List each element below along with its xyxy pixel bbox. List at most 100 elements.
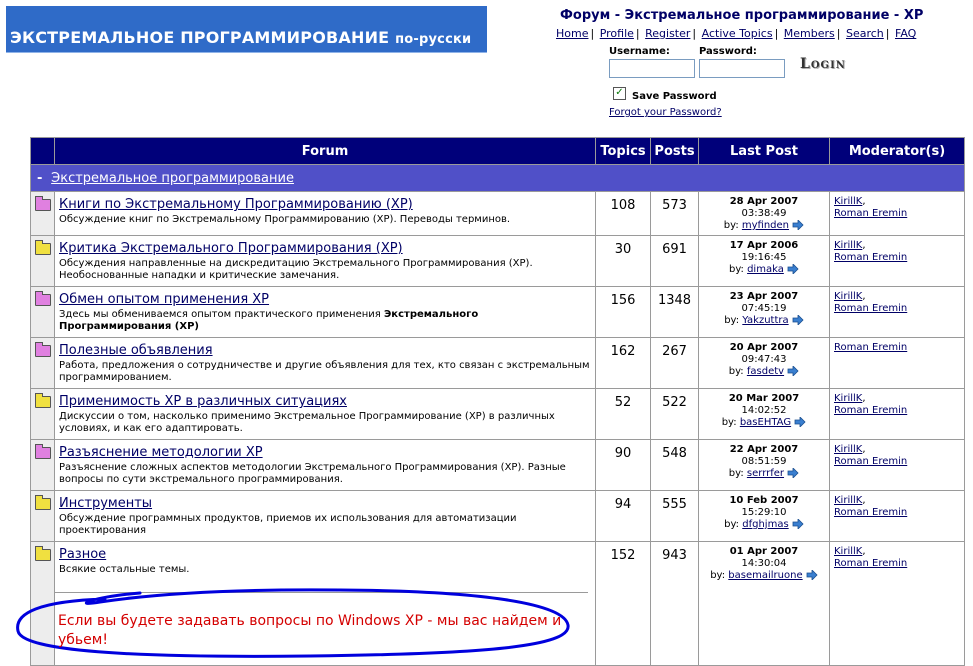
last-post-author[interactable]: fasdetv: [747, 366, 784, 377]
last-post-author[interactable]: myfinden: [742, 220, 789, 231]
nav-members[interactable]: Members: [784, 27, 835, 40]
last-post-time: 09:47:43: [741, 354, 787, 365]
collapse-icon[interactable]: -: [37, 171, 47, 186]
last-post-cell: 23 Apr 2007 07:45:19 by: Yakzuttra: [698, 286, 830, 338]
posts-count: 943: [650, 541, 699, 666]
moderator-link[interactable]: Roman Eremin: [834, 507, 907, 518]
go-to-last-post-icon[interactable]: [787, 264, 799, 274]
forum-link[interactable]: Полезные объявления: [59, 343, 213, 358]
last-post-date: 01 Apr 2007: [729, 546, 799, 557]
category-row: - Экстремальное программирование: [30, 164, 965, 192]
forum-link[interactable]: Применимость XP в различных ситуациях: [59, 394, 347, 409]
go-to-last-post-icon[interactable]: [792, 315, 804, 325]
moderator-link[interactable]: Roman Eremin: [834, 252, 907, 263]
nav-faq[interactable]: FAQ: [895, 27, 916, 40]
forum-link[interactable]: Критика Экстремального Программирования …: [59, 241, 403, 256]
folder-cell: [30, 388, 55, 440]
nav-home[interactable]: Home: [556, 27, 588, 40]
forum-desc: Работа, предложения о сотрудничестве и д…: [55, 358, 595, 388]
login-button[interactable]: Login: [800, 56, 846, 72]
moderator-link[interactable]: KirillK: [834, 393, 862, 404]
moderator-link[interactable]: Roman Eremin: [834, 342, 907, 353]
moderator-link[interactable]: KirillK: [834, 291, 862, 302]
go-to-last-post-icon[interactable]: [792, 220, 804, 230]
last-post-author[interactable]: basemailruone: [728, 570, 802, 581]
moderator-link[interactable]: Roman Eremin: [834, 405, 907, 416]
topics-count: 52: [595, 388, 651, 440]
forum-cell: Обмен опытом применения XP Здесь мы обме…: [54, 286, 596, 338]
table-row: Книги по Экстремальному Программированию…: [30, 191, 965, 236]
topics-count: 108: [595, 191, 651, 236]
category-link[interactable]: Экстремальное программирование: [51, 171, 294, 186]
nav-search[interactable]: Search: [846, 27, 884, 40]
moderators-cell: KirillK, Roman Eremin: [829, 191, 965, 236]
posts-count: 691: [650, 235, 699, 287]
last-post-author[interactable]: Yakzuttra: [742, 315, 788, 326]
forum-cell: Применимость XP в различных ситуациях Ди…: [54, 388, 596, 440]
forum-desc: Обсуждения направленные на дискредитацию…: [55, 256, 595, 286]
forum-link[interactable]: Инструменты: [59, 496, 152, 511]
forum-desc: Здесь мы обмениваемся опытом практическо…: [55, 307, 595, 337]
forum-desc-text: Работа, предложения о сотрудничестве и д…: [59, 360, 590, 383]
forum-desc-text: Обсуждения направленные на дискредитацию…: [59, 258, 533, 281]
username-input[interactable]: [609, 59, 695, 78]
nav-active-topics[interactable]: Active Topics: [702, 27, 773, 40]
last-post-date: 28 Apr 2007: [729, 196, 799, 207]
topics-count: 152: [595, 541, 651, 666]
header-moderators: Moderator(s): [829, 137, 965, 165]
go-to-last-post-icon[interactable]: [787, 366, 799, 376]
site-banner: ЭКСТРЕМАЛЬНОЕ ПРОГРАММИРОВАНИЕ по-русски: [6, 6, 487, 53]
last-post-author[interactable]: dimaka: [747, 264, 784, 275]
save-password-checkbox[interactable]: ✓: [613, 87, 626, 100]
forum-desc-text: Всякие остальные темы.: [59, 564, 190, 575]
go-to-last-post-icon[interactable]: [787, 468, 799, 478]
password-input[interactable]: [699, 59, 785, 78]
moderator-link[interactable]: KirillK: [834, 495, 862, 506]
forum-link[interactable]: Обмен опытом применения XP: [59, 292, 269, 307]
last-post-author[interactable]: basEHTAG: [740, 417, 791, 428]
nav-register[interactable]: Register: [645, 27, 690, 40]
table-row: Полезные объявления Работа, предложения …: [30, 337, 965, 389]
moderator-link[interactable]: Roman Eremin: [834, 456, 907, 467]
by-label: by:: [710, 570, 726, 581]
last-post-date: 10 Feb 2007: [729, 495, 799, 506]
posts-count: 1348: [650, 286, 699, 338]
moderators-cell: KirillK, Roman Eremin: [829, 388, 965, 440]
category-cell: - Экстремальное программирование: [30, 164, 965, 192]
moderator-link[interactable]: KirillK: [834, 444, 862, 455]
moderator-link[interactable]: KirillK: [834, 240, 862, 251]
forum-desc: Обсуждение книг по Экстремальному Програ…: [55, 212, 595, 230]
moderators-cell: KirillK, Roman Eremin: [829, 439, 965, 491]
posts-count: 548: [650, 439, 699, 491]
last-post-date: 20 Apr 2007: [729, 342, 799, 353]
moderator-link[interactable]: Roman Eremin: [834, 303, 907, 314]
posts-count: 267: [650, 337, 699, 389]
moderator-link[interactable]: Roman Eremin: [834, 558, 907, 569]
last-post-date: 17 Apr 2006: [729, 240, 799, 251]
forum-desc: Всякие остальные темы.: [55, 562, 595, 580]
last-post-time: 07:45:19: [741, 303, 787, 314]
moderator-link[interactable]: KirillK: [834, 546, 862, 557]
go-to-last-post-icon[interactable]: [806, 570, 818, 580]
forum-link[interactable]: Разъяснение методологии XP: [59, 445, 263, 460]
forum-cell: Полезные объявления Работа, предложения …: [54, 337, 596, 389]
moderator-link[interactable]: KirillK: [834, 196, 862, 207]
top-nav: Home | Profile | Register | Active Topics | …: [556, 27, 917, 40]
moderators-cell: KirillK, Roman Eremin: [829, 235, 965, 287]
moderators-cell: KirillK, Roman Eremin: [829, 286, 965, 338]
last-post-time: 08:51:59: [741, 456, 787, 467]
forum-link[interactable]: Книги по Экстремальному Программированию…: [59, 197, 413, 212]
by-label: by:: [724, 519, 740, 530]
nav-profile[interactable]: Profile: [600, 27, 634, 40]
forum-link[interactable]: Разное: [59, 547, 106, 562]
table-row: Обмен опытом применения XP Здесь мы обме…: [30, 286, 965, 338]
last-post-author[interactable]: dfghjmas: [742, 519, 788, 530]
forum-desc-text: Дискуссии о том, насколько применимо Экс…: [59, 411, 555, 434]
last-post-author[interactable]: serrrfer: [747, 468, 784, 479]
go-to-last-post-icon[interactable]: [794, 417, 806, 427]
moderator-link[interactable]: Roman Eremin: [834, 208, 907, 219]
forgot-password-link[interactable]: Forgot your Password?: [609, 107, 722, 118]
go-to-last-post-icon[interactable]: [792, 519, 804, 529]
by-label: by:: [724, 315, 740, 326]
forum-desc-text: Разъяснение сложных аспектов методологии…: [59, 462, 566, 485]
